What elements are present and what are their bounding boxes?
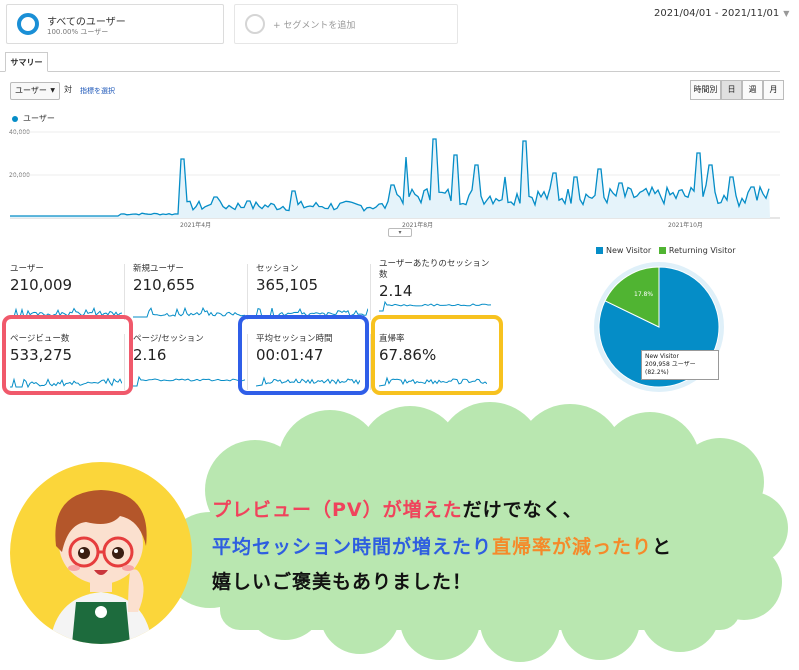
message-line2-rest: と bbox=[652, 536, 673, 558]
message-line-1: プレビュー（PV）が増えただけでなく、 bbox=[212, 495, 583, 522]
message-line-2: 平均セッション時間が増えたり直帰率が減ったりと bbox=[212, 532, 672, 559]
avatar bbox=[50, 490, 152, 644]
message-bounce-rate: 直帰率が減ったり bbox=[492, 536, 653, 558]
message-session-time: 平均セッション時間が増えたり bbox=[212, 536, 493, 558]
message-pv-increase: プレビュー（PV）が増えた bbox=[212, 499, 463, 521]
message-line-3: 嬉しいご褒美もありました！ bbox=[212, 571, 473, 593]
message-line1-rest: だけでなく、 bbox=[462, 499, 583, 521]
